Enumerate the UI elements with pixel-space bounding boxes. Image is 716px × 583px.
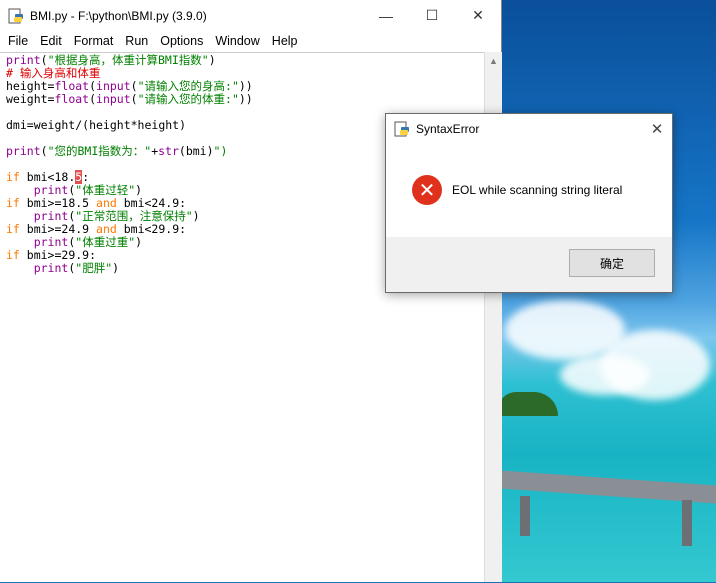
close-button[interactable]: ✕ <box>455 0 501 31</box>
menu-help[interactable]: Help <box>266 34 304 48</box>
minimize-icon: — <box>379 7 393 24</box>
pier-post <box>520 496 530 536</box>
python-idle-icon <box>394 121 409 137</box>
scroll-up-icon[interactable]: ▲ <box>485 52 502 69</box>
minimize-button[interactable]: — <box>363 0 409 31</box>
maximize-button[interactable]: ☐ <box>409 0 455 31</box>
code-line[interactable]: weight=float(input("请输入您的体重:")) <box>6 93 484 106</box>
syntax-error-dialog: SyntaxError ✕ ✕ EOL while scanning strin… <box>385 113 673 293</box>
maximize-icon: ☐ <box>425 7 439 23</box>
ok-button[interactable]: 确定 <box>569 249 655 277</box>
pier <box>500 470 716 504</box>
pier-post <box>682 500 692 546</box>
island <box>498 392 558 416</box>
dialog-title: SyntaxError <box>416 122 480 136</box>
menu-bar: File Edit Format Run Options Window Help <box>0 31 501 51</box>
dialog-close-button[interactable]: ✕ <box>642 114 672 144</box>
title-bar[interactable]: BMI.py - F:\python\BMI.py (3.9.0) — ☐ ✕ <box>0 0 501 31</box>
dialog-footer: 确定 <box>386 237 672 292</box>
cloud <box>560 355 650 395</box>
menu-format[interactable]: Format <box>68 34 120 48</box>
menu-file[interactable]: File <box>2 34 34 48</box>
ok-button-label: 确定 <box>599 256 624 271</box>
python-idle-icon <box>8 8 23 23</box>
menu-edit[interactable]: Edit <box>34 34 68 48</box>
error-message: EOL while scanning string literal <box>452 183 623 197</box>
error-x-icon: ✕ <box>412 175 442 205</box>
dialog-title-bar[interactable]: SyntaxError ✕ <box>386 114 672 144</box>
close-icon: ✕ <box>650 121 664 138</box>
menu-window[interactable]: Window <box>209 34 265 48</box>
menu-run[interactable]: Run <box>119 34 154 48</box>
window-title: BMI.py - F:\python\BMI.py (3.9.0) <box>30 8 207 23</box>
menu-options[interactable]: Options <box>154 34 209 48</box>
close-icon: ✕ <box>472 7 484 23</box>
